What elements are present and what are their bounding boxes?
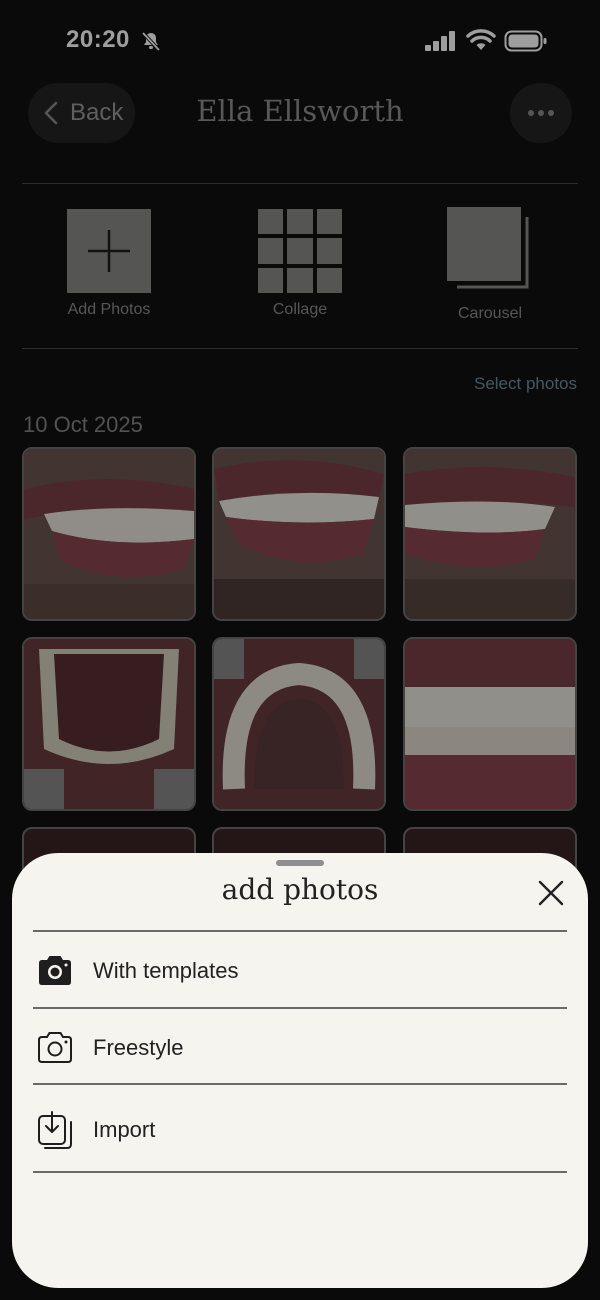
- sheet-divider: [33, 1083, 567, 1085]
- sheet-title: add photos: [221, 873, 379, 906]
- sheet-divider: [33, 930, 567, 932]
- close-icon[interactable]: [536, 878, 566, 908]
- import-option[interactable]: Import: [33, 1100, 567, 1160]
- sheet-grabber[interactable]: [276, 860, 324, 866]
- with-templates-label: With templates: [93, 958, 239, 983]
- camera-filled-icon: [39, 956, 71, 985]
- sheet-divider: [33, 1007, 567, 1009]
- sheet-divider: [33, 1171, 567, 1173]
- camera-outline-icon: [38, 1032, 72, 1063]
- with-templates-option[interactable]: With templates: [33, 941, 567, 1001]
- import-icon: [38, 1111, 72, 1149]
- import-label: Import: [93, 1117, 156, 1142]
- add-photos-sheet: add photos With templates Freestyle Impo…: [12, 853, 588, 1288]
- freestyle-label: Freestyle: [93, 1035, 184, 1060]
- freestyle-option[interactable]: Freestyle: [33, 1018, 567, 1078]
